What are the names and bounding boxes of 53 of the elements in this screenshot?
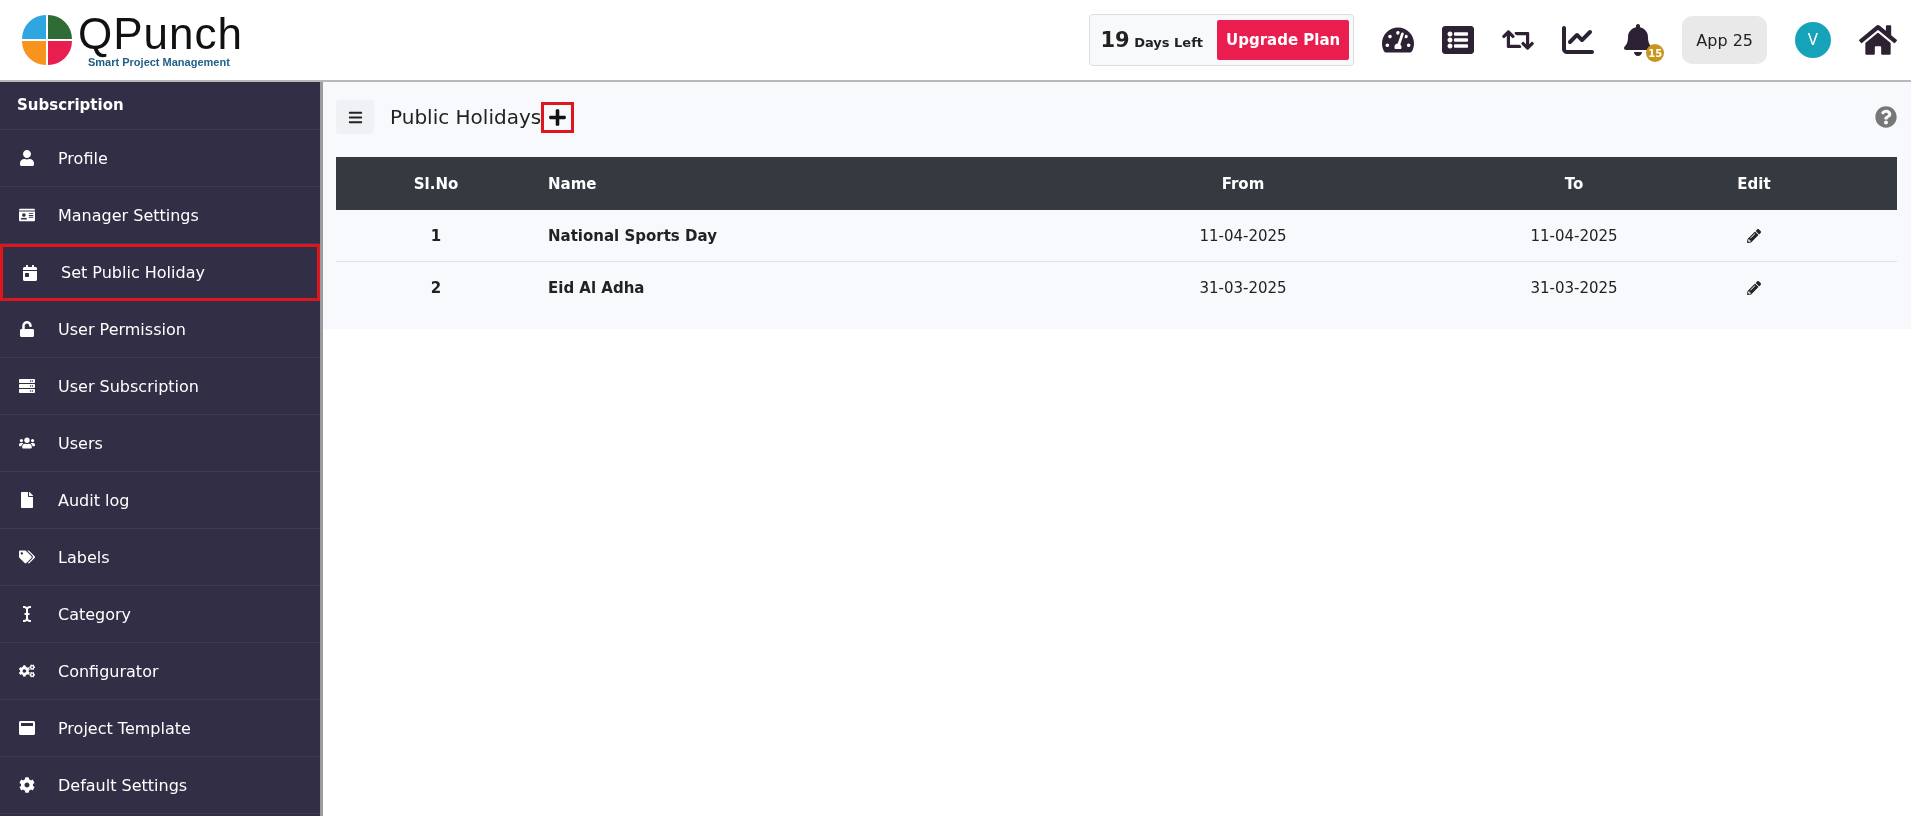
stacked-bars-icon — [18, 378, 36, 394]
gear-icon — [18, 777, 36, 793]
table-cell-text: 11-04-2025 — [1529, 226, 1619, 245]
unlock-icon — [18, 321, 36, 337]
column-header: Edit — [1736, 174, 1772, 193]
gears-icon — [18, 663, 36, 679]
edit-pencil-icon[interactable] — [1747, 228, 1761, 243]
table-cell-text: 11-04-2025 — [1198, 226, 1288, 245]
help-icon[interactable] — [1875, 106, 1897, 128]
sidebar-item[interactable]: Manager Settings — [0, 187, 320, 244]
tags-icon — [18, 549, 36, 565]
sidebar-item[interactable]: User Permission — [0, 301, 320, 358]
menu-icon[interactable] — [347, 109, 363, 125]
menu-button[interactable] — [336, 100, 374, 134]
column-header: To — [1563, 174, 1585, 193]
calendar-icon — [21, 264, 39, 281]
file-icon — [18, 492, 36, 508]
sidebar-item[interactable]: Labels — [0, 529, 320, 586]
upgrade-plan-button[interactable]: Upgrade Plan — [1217, 20, 1350, 60]
days-left-text: 19 Days Left — [1100, 28, 1204, 52]
logo-icon — [22, 15, 72, 65]
table-cell-text: Eid Al Adha — [547, 278, 646, 297]
table-cell-text: 1 — [429, 226, 443, 245]
column-header: From — [1220, 174, 1266, 193]
user-icon — [18, 150, 36, 166]
sidebar-item[interactable]: Profile — [0, 130, 320, 187]
app-button[interactable]: App 25 — [1682, 16, 1767, 64]
table-cell-text: 31-03-2025 — [1198, 278, 1288, 297]
column-header: Sl.No — [412, 174, 460, 193]
sidebar-item[interactable]: Users — [0, 415, 320, 472]
sidebar-item[interactable]: Set Public Holiday — [0, 244, 320, 301]
logo-name: QPunch — [78, 12, 243, 56]
sidebar-item[interactable]: Configurator — [0, 643, 320, 700]
sidebar-item[interactable]: User Subscription — [0, 358, 320, 415]
id-card-icon — [18, 207, 36, 223]
table-cell-text: National Sports Day — [547, 226, 718, 245]
line-chart-icon[interactable] — [1562, 24, 1595, 56]
table-cell-text: 31-03-2025 — [1529, 278, 1619, 297]
window-icon — [18, 720, 36, 736]
edit-pencil-icon[interactable] — [1747, 280, 1761, 295]
add-button[interactable] — [541, 101, 575, 133]
sidebar-item[interactable]: Category — [0, 586, 320, 643]
list-icon[interactable] — [1442, 24, 1475, 56]
column-header: Name — [547, 174, 598, 193]
sidebar-item[interactable]: Default Settings — [0, 757, 320, 814]
plus-icon[interactable] — [548, 107, 568, 127]
users-icon — [18, 435, 36, 451]
sidebar-title: Subscription — [0, 82, 320, 130]
sidebar-item[interactable]: Audit log — [0, 472, 320, 529]
notification-count: 15 — [1646, 44, 1665, 62]
page-title: Public Holidays — [390, 105, 542, 129]
table-cell-text: 2 — [429, 278, 443, 297]
sidebar-item[interactable]: Project Template — [0, 700, 320, 757]
